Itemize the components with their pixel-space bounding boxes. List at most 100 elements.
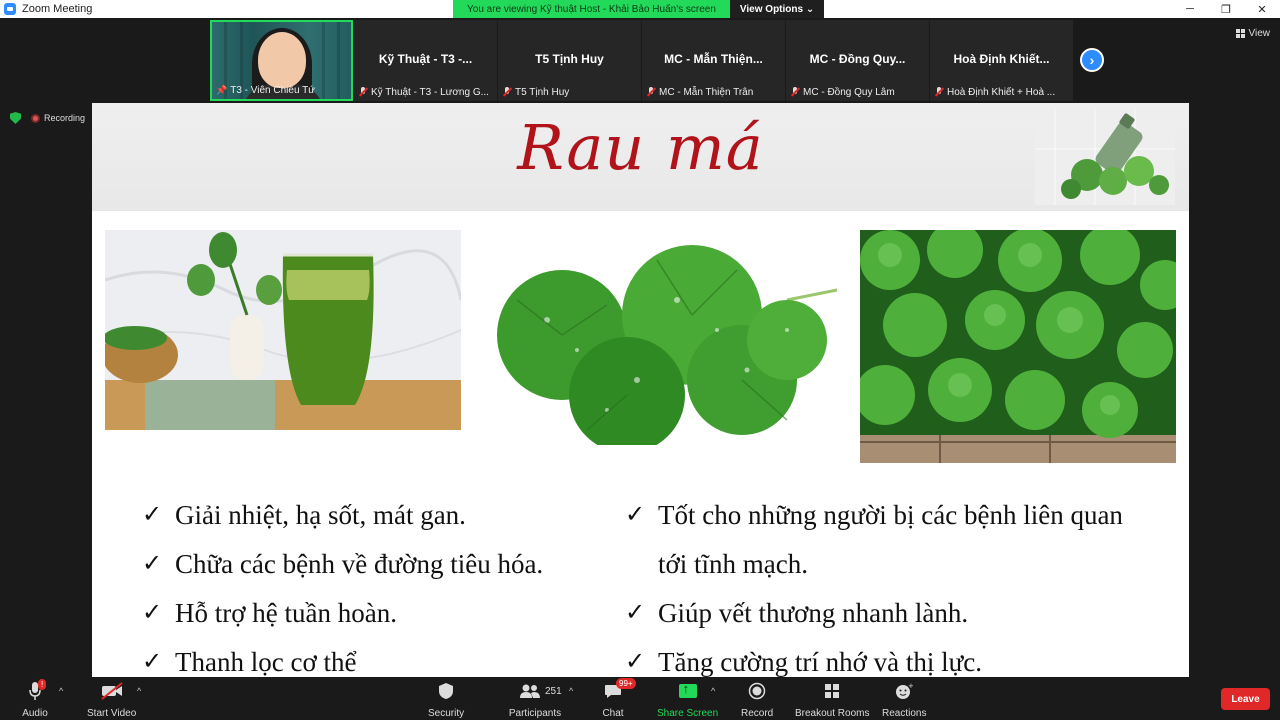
participant-label: MC - Mẫn Thiện Trân [659, 86, 754, 98]
participants-strip: 📌 T3 - Viên Chiêu Tứ Kỹ Thuật - T3 -... … [210, 20, 1074, 101]
zoom-logo-icon [4, 3, 16, 15]
record-label: Record [741, 708, 774, 719]
list-item: ✓ Hỗ trợ hệ tuần hoàn. [142, 589, 622, 638]
view-label: View [1248, 28, 1271, 39]
checkmark-icon: ✓ [625, 649, 646, 675]
checkmark-icon: ✓ [142, 600, 163, 626]
chat-label: Chat [602, 708, 624, 719]
leaf-bottle-illustration [1035, 109, 1175, 205]
encryption-shield-icon[interactable] [10, 112, 21, 124]
audio-label: Audio [22, 708, 48, 719]
view-button[interactable]: View [1235, 28, 1271, 39]
chat-button[interactable]: 99+ Chat [600, 678, 636, 719]
list-item: ✓ Thanh lọc cơ thể [142, 638, 622, 677]
participant-label: MC - Đồng Quy Lâm [803, 86, 895, 98]
reactions-button[interactable]: + Reactions [882, 680, 926, 719]
video-options-caret[interactable]: ^ [137, 686, 141, 696]
zoom-meeting-window: Zoom Meeting ─ ❐ ✕ You are viewing Kỹ th… [0, 0, 1280, 720]
viewing-banner: You are viewing Kỹ thuật Host - Khải Bảo… [453, 0, 825, 18]
next-page-button[interactable]: › [1080, 48, 1104, 72]
video-label: Start Video [87, 708, 137, 719]
juice-glass-photo [105, 230, 461, 430]
checkmark-icon: ✓ [142, 502, 163, 528]
participant-name: Kỹ Thuật - T3 -... [378, 52, 473, 66]
participant-tile[interactable]: MC - Mẫn Thiện... MC - Mẫn Thiện Trân [642, 20, 785, 101]
meeting-toolbar: ! Audio ^ Start Video ^ Security 251 Par… [0, 678, 1280, 720]
recording-icon [31, 113, 40, 123]
participant-name: T5 Tịnh Huy [535, 52, 604, 66]
audio-options-caret[interactable]: ^ [59, 686, 63, 696]
security-label: Security [428, 708, 465, 719]
shield-icon [439, 683, 454, 699]
mic-muted-icon [934, 87, 944, 97]
share-options-caret[interactable]: ^ [711, 686, 715, 696]
restore-button[interactable]: ❐ [1208, 0, 1244, 18]
bullet-text: Giải nhiệt, hạ sốt, mát gan. [175, 500, 466, 530]
record-icon [748, 682, 766, 700]
benefits-list-left: ✓ Giải nhiệt, hạ sốt, mát gan. ✓ Chữa các … [142, 491, 622, 677]
window-title: Zoom Meeting [22, 3, 93, 15]
list-item: ✓ Giải nhiệt, hạ sốt, mát gan. [142, 491, 622, 540]
participants-button[interactable]: 251 Participants [505, 680, 565, 719]
record-button[interactable]: Record [741, 680, 773, 719]
reactions-label: Reactions [882, 708, 927, 719]
slide-title: Rau má [517, 111, 764, 184]
list-item: ✓ Tăng cường trí nhớ và thị lực. [625, 638, 1145, 677]
list-item: ✓ Giúp vết thương nhanh lành. [625, 589, 1145, 638]
mic-muted-icon [790, 87, 800, 97]
audio-alert-badge: ! [38, 679, 47, 690]
smiley-plus-icon: + [896, 682, 913, 699]
participant-label: Hoà Định Khiết + Hoà ... [947, 86, 1056, 98]
start-video-button[interactable]: Start Video [87, 680, 136, 719]
participant-tile[interactable]: 📌 T3 - Viên Chiêu Tứ [210, 20, 353, 101]
meeting-status: Recording [10, 112, 85, 124]
participant-name: Hoà Định Khiết... [953, 52, 1050, 66]
checkmark-icon: ✓ [625, 502, 646, 528]
participant-tile[interactable]: T5 Tịnh Huy T5 Tịnh Huy [498, 20, 641, 101]
chat-unread-badge: 99+ [616, 678, 636, 689]
close-button[interactable]: ✕ [1244, 0, 1280, 18]
checkmark-icon: ✓ [142, 551, 163, 577]
slide-header: Rau má [92, 103, 1189, 211]
breakout-rooms-label: Breakout Rooms [795, 708, 870, 719]
minimize-button[interactable]: ─ [1172, 0, 1208, 18]
participant-tile[interactable]: Kỹ Thuật - T3 -... Kỹ Thuật - T3 - Lương… [354, 20, 497, 101]
window-controls: ─ ❐ ✕ [1172, 0, 1280, 18]
pennywort-leaves-photo [487, 230, 857, 445]
benefits-list-right: ✓ Tốt cho những người bị các bệnh liên qu… [625, 491, 1145, 677]
leave-button[interactable]: Leave [1221, 688, 1270, 710]
view-options-button[interactable]: View Options ⌄ [729, 0, 825, 18]
audio-button[interactable]: ! Audio [22, 679, 48, 719]
share-screen-label: Share Screen [657, 708, 719, 719]
svg-text:+: + [908, 682, 913, 690]
list-item: ✓ Chữa các bệnh về đường tiêu hóa. [142, 540, 622, 589]
people-icon [520, 684, 540, 698]
checkmark-icon: ✓ [142, 649, 163, 675]
participants-count: 251 [545, 685, 562, 697]
grid-icon [1235, 29, 1245, 38]
bullet-text: Giúp vết thương nhanh lành. [658, 598, 969, 628]
breakout-rooms-button[interactable]: Breakout Rooms [795, 680, 869, 719]
checkmark-icon: ✓ [625, 600, 646, 626]
pin-icon: 📌 [216, 84, 228, 95]
bullet-text: Chữa các bệnh về đường tiêu hóa. [175, 549, 544, 579]
participant-tile[interactable]: MC - Đồng Quy... MC - Đồng Quy Lâm [786, 20, 929, 101]
participant-label: T3 - Viên Chiêu Tứ [230, 84, 315, 96]
share-screen-button[interactable]: Share Screen [657, 680, 718, 719]
mic-muted-icon [646, 87, 656, 97]
bullet-text: tới tĩnh mạch. [658, 549, 809, 579]
participants-options-caret[interactable]: ^ [569, 686, 573, 696]
mic-muted-icon [502, 87, 512, 97]
participant-name: MC - Mẫn Thiện... [664, 52, 763, 66]
participant-label: Kỹ Thuật - T3 - Lương G... [371, 86, 489, 98]
bullet-text: Tốt cho những người bị các bệnh liên qua… [658, 500, 1123, 530]
chevron-right-icon: › [1089, 52, 1095, 68]
list-item-continuation: tới tĩnh mạch. [625, 540, 1145, 589]
list-item: ✓ Tốt cho những người bị các bệnh liên qu… [625, 491, 1145, 540]
bullet-text: Tăng cường trí nhớ và thị lực. [658, 647, 982, 677]
participant-tile[interactable]: Hoà Định Khiết... Hoà Định Khiết + Hoà .… [930, 20, 1073, 101]
participant-label: T5 Tịnh Huy [515, 86, 570, 98]
share-screen-icon [678, 681, 697, 698]
participants-label: Participants [508, 708, 562, 719]
security-button[interactable]: Security [428, 680, 464, 719]
